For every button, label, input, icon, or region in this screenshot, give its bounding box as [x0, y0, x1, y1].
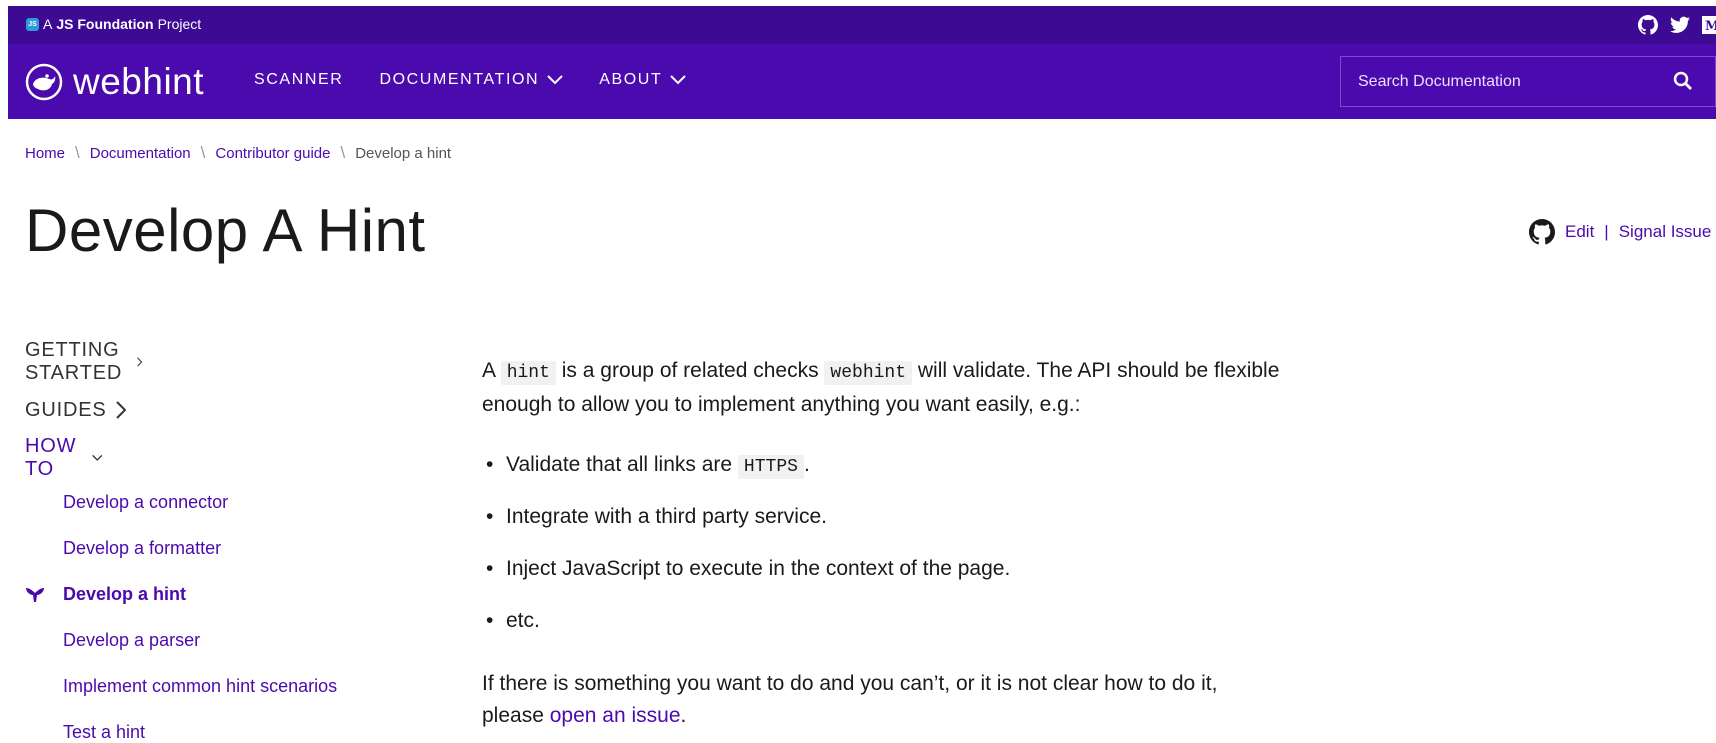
top-bar: JS A JS Foundation Project M — [8, 6, 1716, 44]
main-navigation: webhint SCANNER DOCUMENTATION ABOUT — [8, 44, 1716, 119]
whale-tail-icon — [26, 588, 44, 602]
intro-text: enough to allow you to implement anythin… — [482, 393, 1081, 416]
breadcrumb-contributor-guide[interactable]: Contributor guide — [215, 145, 330, 162]
svg-text:M: M — [1705, 19, 1716, 34]
twitter-icon[interactable] — [1670, 16, 1690, 34]
github-icon[interactable] — [1529, 219, 1555, 245]
inline-code-webhint: webhint — [824, 361, 913, 385]
list-item: Validate that all links are HTTPS. — [482, 449, 810, 483]
list-item: etc. — [482, 605, 540, 637]
intro-text: A — [482, 359, 495, 382]
search-input[interactable] — [1356, 71, 1656, 92]
nav-about[interactable]: ABOUT — [599, 71, 687, 89]
breadcrumb-separator: \ — [75, 143, 80, 162]
chevron-down-icon — [670, 75, 687, 85]
js-foundation-suffix: Project — [157, 16, 202, 32]
sidebar-section-label: GETTING STARTED — [25, 339, 123, 384]
breadcrumb-documentation[interactable]: Documentation — [90, 145, 191, 162]
brand-name: webhint — [73, 61, 205, 102]
medium-icon[interactable]: M — [1702, 16, 1716, 34]
breadcrumb-home[interactable]: Home — [25, 145, 65, 162]
social-links: M — [1638, 15, 1716, 35]
chevron-right-icon — [116, 401, 127, 419]
outro-paragraph: If there is something you want to do and… — [482, 668, 1312, 732]
signal-issue-link[interactable]: Signal Issue — [1619, 222, 1712, 242]
search-box — [1340, 56, 1716, 107]
nav-scanner-label: SCANNER — [254, 71, 344, 88]
actions-separator: | — [1604, 222, 1609, 241]
outro-text: If there is something you want to do and… — [482, 672, 1218, 695]
sidebar-item-develop-parser[interactable]: Develop a parser — [63, 630, 200, 651]
nav-about-label: ABOUT — [599, 71, 663, 88]
nav-documentation-label: DOCUMENTATION — [379, 71, 540, 88]
sidebar-item-develop-formatter[interactable]: Develop a formatter — [63, 538, 221, 559]
sidebar-item-implement-common-hint-scenarios[interactable]: Implement common hint scenarios — [63, 676, 337, 697]
js-foundation-link[interactable]: JS A JS Foundation Project — [26, 16, 201, 32]
sidebar-section-label: GUIDES — [25, 398, 107, 421]
outro-text: . — [680, 704, 687, 727]
list-item: Inject JavaScript to execute in the cont… — [482, 553, 1010, 585]
nav-documentation[interactable]: DOCUMENTATION — [379, 71, 563, 89]
sidebar-item-develop-hint[interactable]: Develop a hint — [63, 584, 186, 605]
search-icon[interactable] — [1673, 71, 1693, 91]
outro-text: please — [482, 704, 544, 727]
page-title: Develop A Hint — [25, 197, 426, 264]
intro-paragraph: A hint is a group of related checks webh… — [482, 355, 1312, 421]
list-item: Integrate with a third party service. — [482, 501, 827, 533]
sidebar-section-guides[interactable]: GUIDES — [25, 398, 127, 422]
page-actions: Edit | Signal Issue — [1529, 219, 1711, 245]
js-foundation-prefix: A — [43, 16, 53, 32]
edit-link[interactable]: Edit — [1565, 222, 1594, 242]
github-icon[interactable] — [1638, 15, 1658, 35]
js-foundation-logo-icon: JS — [26, 17, 39, 31]
breadcrumb: Home \ Documentation \ Contributor guide… — [25, 143, 451, 163]
sidebar-item-develop-connector[interactable]: Develop a connector — [63, 492, 228, 513]
inline-code-hint: hint — [500, 361, 556, 385]
breadcrumb-current: Develop a hint — [355, 144, 452, 162]
open-issue-link[interactable]: open an issue — [550, 704, 681, 727]
sidebar-section-getting-started[interactable]: GETTING STARTED — [25, 339, 143, 384]
webhint-logo-link[interactable]: webhint — [25, 62, 204, 102]
nav-scanner[interactable]: SCANNER — [254, 71, 343, 89]
chevron-down-icon — [91, 454, 103, 461]
list-item-text: Validate that all links are — [506, 453, 733, 476]
sidebar-item-test-hint[interactable]: Test a hint — [63, 722, 145, 743]
sidebar-section-label: HOW TO — [25, 435, 77, 480]
webhint-logo-icon — [25, 63, 63, 101]
inline-code-https: HTTPS — [737, 455, 804, 479]
list-item-text: . — [803, 453, 810, 476]
breadcrumb-separator: \ — [340, 143, 346, 162]
chevron-right-icon — [137, 357, 143, 367]
js-foundation-name: JS Foundation — [56, 16, 154, 32]
breadcrumb-separator: \ — [200, 143, 206, 162]
chevron-down-icon — [547, 75, 563, 85]
intro-text: is a group of related checks — [561, 359, 819, 382]
intro-text: will validate. The API should be flexibl… — [917, 359, 1280, 382]
nav-links: SCANNER DOCUMENTATION ABOUT — [254, 71, 687, 89]
sidebar-section-how-to[interactable]: HOW TO — [25, 435, 103, 480]
